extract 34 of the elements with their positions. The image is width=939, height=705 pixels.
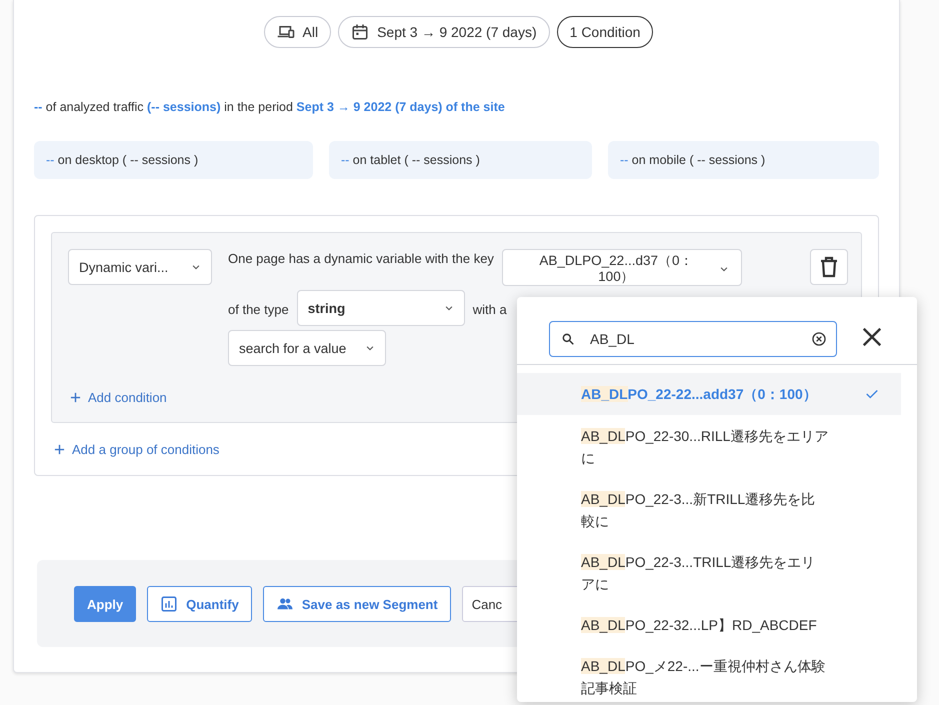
condition-text: One page has a dynamic variable with the key [228, 250, 494, 266]
filter-pill[interactable]: Sept 3 → 9 2022 (7 days) [338, 16, 550, 48]
search-field[interactable]: AB_DL [549, 320, 837, 356]
filter-pill[interactable]: All [264, 16, 332, 48]
dropdown-option[interactable]: AB_DLPO_メ22-...ー重視仲村さん体験記事検証 [517, 646, 901, 702]
dropdown-option[interactable]: AB_DLPO_22-22...add37（0：100） [517, 373, 901, 415]
key-select[interactable]: AB_DLPO_22...d37（0：100） [502, 249, 742, 286]
clear-icon [811, 330, 827, 346]
devices-icon [276, 23, 295, 41]
close-icon [861, 326, 883, 348]
plus-icon [54, 444, 65, 455]
filter-pill[interactable]: 1 Condition [556, 16, 654, 48]
search-icon [561, 332, 575, 346]
bar-chart-icon [160, 595, 178, 613]
quantify-button[interactable]: Quantify [147, 586, 252, 622]
delete-button[interactable] [810, 249, 848, 285]
close-button[interactable] [861, 326, 883, 348]
operator-select[interactable]: search for a value [228, 330, 386, 366]
type-select[interactable]: string [296, 290, 465, 326]
device-stat: -- on desktop ( -- sessions ) [34, 141, 313, 179]
device-stat: -- on mobile ( -- sessions ) [608, 141, 879, 179]
dropdown-option[interactable]: AB_DLPO_22-3...新TRILL遷移先を比較に [517, 479, 901, 541]
check-icon [865, 387, 879, 401]
save-segment-button[interactable]: Save as new Segment [262, 586, 451, 622]
add-condition-link[interactable]: Add condition [70, 390, 167, 405]
field-select[interactable]: Dynamic vari... [68, 249, 212, 285]
plus-icon [70, 392, 81, 403]
summary-text: -- of analyzed traffic (-- sessions) in the period Sept 3 → 9 2022 (7 days) of the site [34, 100, 506, 114]
dropdown-option[interactable]: AB_DLPO_22-30...RILL遷移先をエリアに [517, 416, 901, 478]
type-label: of the type [228, 300, 289, 316]
add-group-link[interactable]: Add a group of conditions [54, 442, 220, 457]
device-stat: -- on tablet ( -- sessions ) [328, 141, 592, 179]
calendar-icon [351, 23, 370, 41]
with-label: with a [472, 300, 507, 316]
